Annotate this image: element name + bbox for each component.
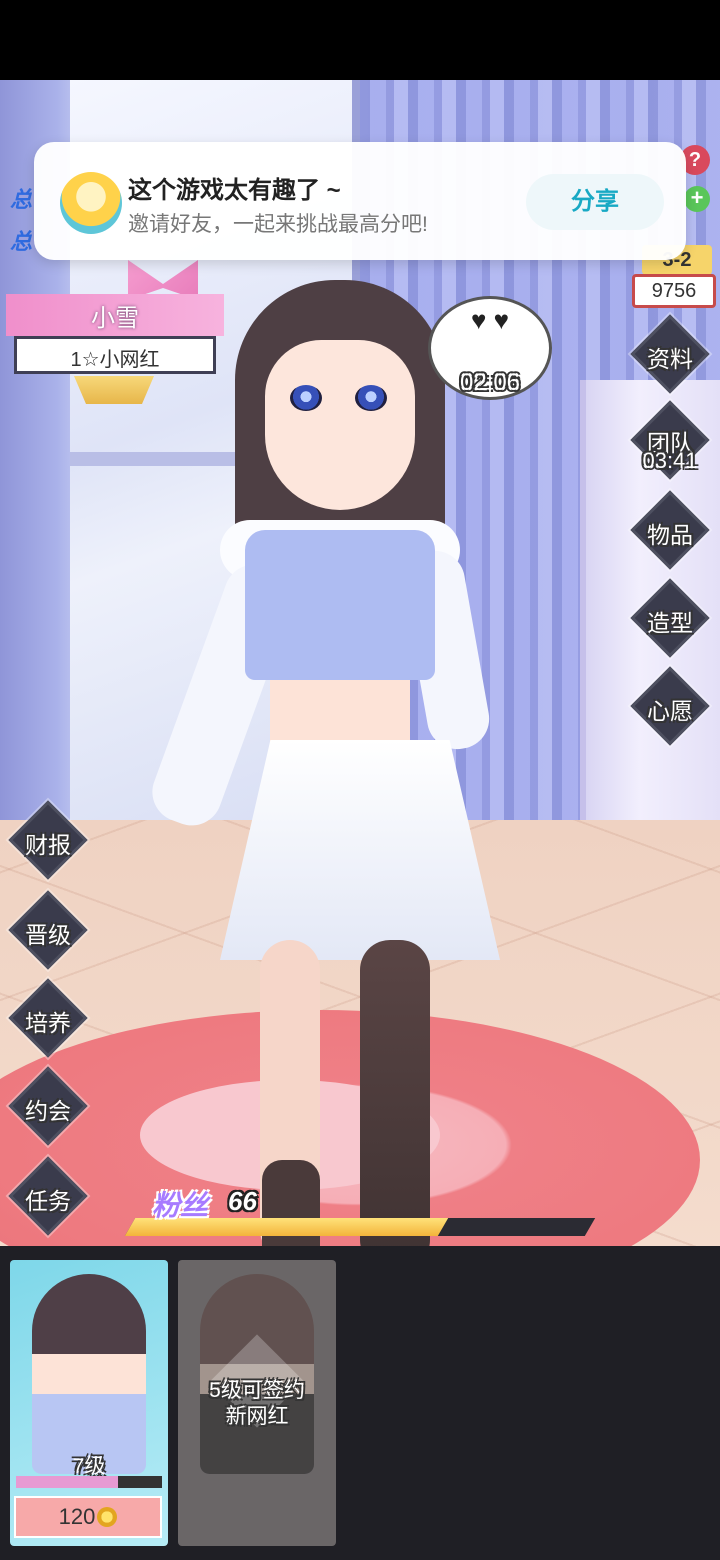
character-illustration[interactable] xyxy=(143,280,530,1246)
share-banner: 这个游戏太有趣了 ~ 邀请好友，一起来挑战最高分吧! 分享 xyxy=(34,142,686,260)
finance-report-button[interactable]: 财报 xyxy=(8,800,88,880)
character-eye xyxy=(355,385,387,411)
rank-shield-icon xyxy=(74,376,154,404)
menu-label: 约会 xyxy=(25,1098,71,1124)
coin-counter: 9756 xyxy=(632,274,716,308)
plus-icon[interactable]: + xyxy=(684,186,710,212)
banner-title: 这个游戏太有趣了 ~ xyxy=(128,177,341,204)
share-button[interactable]: 分享 xyxy=(526,174,664,230)
wish-button[interactable]: 心愿 xyxy=(630,666,710,746)
fans-count: 66 xyxy=(228,1186,257,1216)
character-eye xyxy=(290,385,322,411)
upgrade-price-button[interactable]: 120 xyxy=(14,1496,162,1538)
menu-label: 财报 xyxy=(25,832,71,858)
menu-label: 造型 xyxy=(647,610,693,636)
profile-button[interactable]: 资料 xyxy=(630,314,710,394)
menu-label: 任务 xyxy=(25,1188,71,1214)
team-timer: 03:41 xyxy=(642,448,698,473)
menu-label: 培养 xyxy=(25,1010,71,1036)
promotion-button[interactable]: 晋级 xyxy=(8,890,88,970)
bubble-timer: 02:06 xyxy=(459,369,521,396)
character-top xyxy=(245,530,435,680)
mascot-icon xyxy=(60,172,122,234)
stat-label-partial: 总 xyxy=(10,229,33,254)
coin-icon xyxy=(97,1507,118,1527)
locked-character-card[interactable]: 5级可签约 新网红 xyxy=(178,1260,336,1546)
character-name-card[interactable]: 小雪 1☆小网红 xyxy=(6,260,224,404)
menu-label: 晋级 xyxy=(25,922,71,948)
items-button[interactable]: 物品 xyxy=(630,490,710,570)
card-progress-track xyxy=(16,1476,162,1488)
date-button[interactable]: 约会 xyxy=(8,1066,88,1146)
fans-label: 粉丝 xyxy=(152,1190,209,1221)
training-button[interactable]: 培养 xyxy=(8,978,88,1058)
character-portrait xyxy=(32,1274,146,1474)
character-face xyxy=(265,340,415,510)
unlock-line-1: 5级可签约 xyxy=(209,1379,305,1402)
finger-heart-icon: ♥ ♥ xyxy=(470,305,510,335)
stat-label-partial: 总 xyxy=(10,187,33,212)
fans-bar: 粉丝 66 xyxy=(124,1178,596,1238)
card-progress-fill xyxy=(16,1476,119,1488)
menu-label: 物品 xyxy=(647,522,693,548)
team-button[interactable]: 团队 03:41 xyxy=(630,400,710,480)
character-skirt xyxy=(220,740,500,960)
unlock-line-2: 新网红 xyxy=(225,1405,289,1428)
character-name: 小雪 xyxy=(91,305,139,332)
character-waist xyxy=(270,680,410,750)
character-rank: 1☆小网红 xyxy=(70,349,160,371)
menu-label: 资料 xyxy=(647,346,693,372)
banner-subtitle: 邀请好友，一起来挑战最高分吧! xyxy=(128,213,428,236)
character-card-xiaoxue[interactable]: 7级 120 xyxy=(10,1260,168,1546)
status-bar xyxy=(0,0,720,80)
task-button[interactable]: 任务 xyxy=(8,1156,88,1236)
rank-box: 1☆小网红 xyxy=(14,336,216,374)
styling-button[interactable]: 造型 xyxy=(630,578,710,658)
price-value: 120 xyxy=(58,1504,96,1529)
interaction-bubble[interactable]: ♥ ♥ 02:06 xyxy=(428,296,552,400)
menu-label: 心愿 xyxy=(647,698,693,724)
unlock-requirement: 5级可签约 新网红 xyxy=(178,1378,336,1430)
